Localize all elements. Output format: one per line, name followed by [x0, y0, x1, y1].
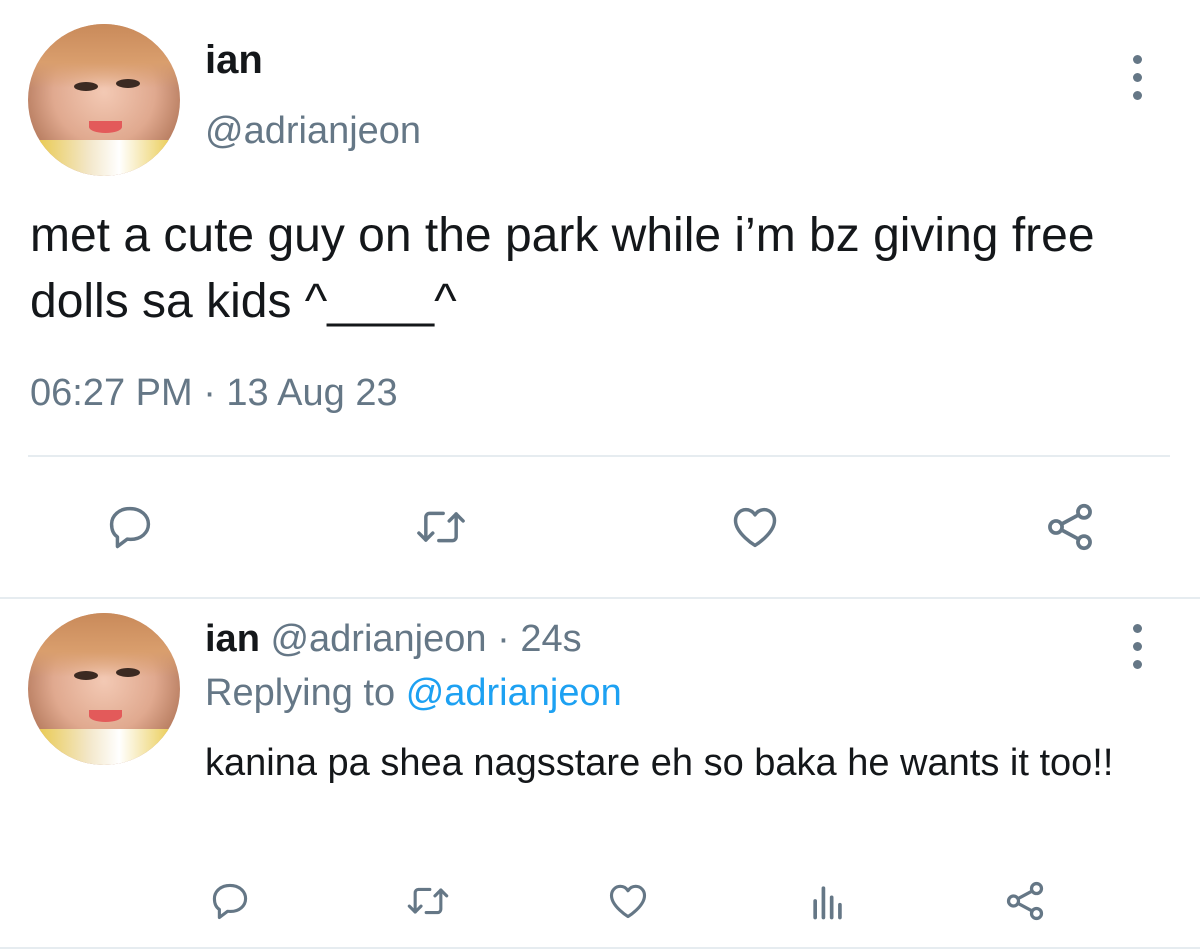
- like-button[interactable]: [725, 497, 785, 557]
- like-button[interactable]: [603, 876, 653, 926]
- avatar-eye: [73, 81, 98, 91]
- avatar-mouth: [88, 710, 123, 723]
- replying-prefix: Replying to: [205, 672, 396, 714]
- heart-icon: [733, 507, 777, 548]
- avatar-hair: [28, 613, 180, 677]
- dot: [1132, 624, 1142, 633]
- author-handle[interactable]: @adrianjeon: [270, 618, 486, 660]
- share-button[interactable]: [1040, 497, 1100, 557]
- more-vertical-icon[interactable]: [1130, 624, 1144, 669]
- analytics-icon: [813, 886, 842, 920]
- dot: [1132, 55, 1142, 64]
- reply-icon: [212, 883, 248, 920]
- replying-to-link[interactable]: @adrianjeon: [406, 672, 622, 714]
- avatar-eye: [116, 667, 141, 677]
- reply-button[interactable]: [205, 876, 255, 926]
- reply-button[interactable]: [100, 497, 160, 557]
- dot: [1132, 91, 1142, 100]
- share-icon: [1048, 503, 1092, 551]
- separator: ·: [497, 618, 510, 660]
- reply-text: kanina pa shea nagsstare eh so baka he w…: [205, 742, 1114, 784]
- replying-to: Replying to @adrianjeon: [205, 672, 622, 715]
- author-name[interactable]: ian: [205, 38, 263, 83]
- avatar-eye: [73, 670, 98, 680]
- avatar-eye: [116, 78, 141, 88]
- avatar-shirt: [28, 139, 180, 176]
- dot: [1132, 73, 1142, 82]
- tweet-timestamp[interactable]: 06:27 PM · 13 Aug 23: [30, 372, 398, 415]
- retweet-button[interactable]: [408, 497, 474, 557]
- share-button[interactable]: [1000, 876, 1050, 926]
- divider: [28, 455, 1170, 457]
- divider: [0, 947, 1200, 949]
- avatar[interactable]: [28, 613, 180, 765]
- avatar-mouth: [88, 121, 123, 134]
- retweet-button[interactable]: [400, 876, 456, 926]
- time-ago[interactable]: 24s: [520, 618, 581, 660]
- tweet-text: met a cute guy on the park while i’m bz …: [30, 209, 1095, 328]
- reply-header: ian @adrianjeon · 24s: [205, 618, 582, 661]
- analytics-button[interactable]: [803, 876, 853, 926]
- reply-icon: [109, 506, 151, 549]
- divider: [0, 597, 1200, 599]
- author-name[interactable]: ian: [205, 618, 260, 660]
- retweet-icon: [407, 887, 449, 915]
- avatar-hair: [28, 24, 180, 88]
- avatar-shirt: [28, 728, 180, 765]
- dot: [1132, 660, 1142, 669]
- retweet-icon: [417, 511, 465, 543]
- more-vertical-icon[interactable]: [1130, 55, 1144, 100]
- dot: [1132, 642, 1142, 651]
- heart-icon: [609, 884, 647, 919]
- share-icon: [1006, 881, 1044, 921]
- author-handle[interactable]: @adrianjeon: [205, 110, 421, 153]
- avatar[interactable]: [28, 24, 180, 176]
